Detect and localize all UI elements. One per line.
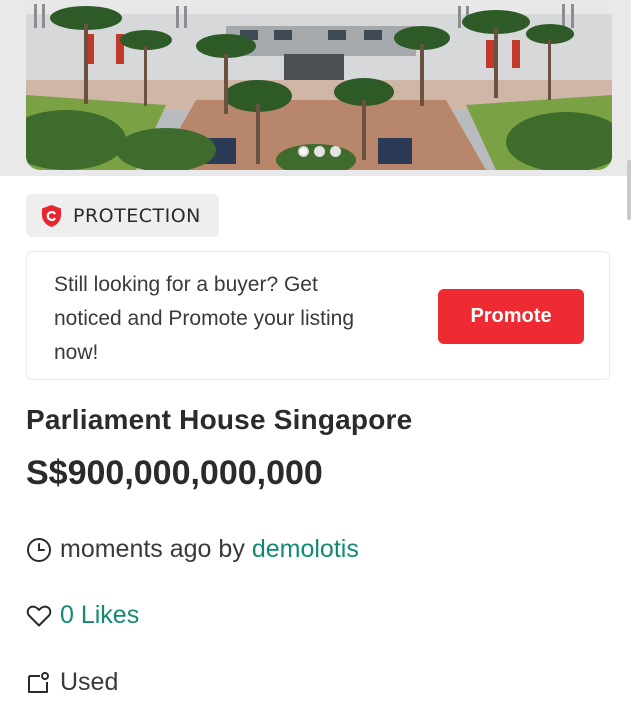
promote-message: Still looking for a buyer? Get noticed a… bbox=[54, 273, 354, 364]
promote-button[interactable]: Promote bbox=[438, 289, 584, 344]
posted-info: moments ago by demolotis bbox=[26, 535, 359, 564]
listing-price: S$900,000,000,000 bbox=[26, 454, 323, 492]
protection-badge[interactable]: PROTECTION bbox=[26, 194, 219, 237]
listing-photo[interactable] bbox=[26, 0, 612, 170]
carousel-dot-active[interactable] bbox=[297, 146, 309, 157]
condition-label: Used bbox=[60, 668, 119, 696]
scrollbar[interactable] bbox=[627, 160, 631, 220]
image-gallery[interactable] bbox=[0, 0, 631, 176]
likes-count[interactable]: 0 Likes bbox=[60, 601, 139, 630]
carousel-dot[interactable] bbox=[313, 146, 325, 157]
listing-title: Parliament House Singapore bbox=[26, 404, 413, 435]
condition-row: Used bbox=[26, 668, 118, 697]
clock-icon bbox=[27, 537, 51, 562]
shield-c-icon bbox=[42, 204, 61, 227]
tag-icon bbox=[28, 671, 49, 693]
promote-banner: Still looking for a buyer? Get noticed a… bbox=[26, 251, 610, 380]
seller-link[interactable]: demolotis bbox=[252, 535, 359, 564]
heart-icon[interactable] bbox=[26, 604, 52, 628]
carousel-dot[interactable] bbox=[329, 146, 341, 157]
posted-time: moments ago by bbox=[60, 535, 245, 563]
likes-row[interactable]: 0 Likes bbox=[26, 601, 139, 630]
protection-label: PROTECTION bbox=[73, 204, 201, 227]
carousel-dots[interactable] bbox=[26, 146, 612, 157]
